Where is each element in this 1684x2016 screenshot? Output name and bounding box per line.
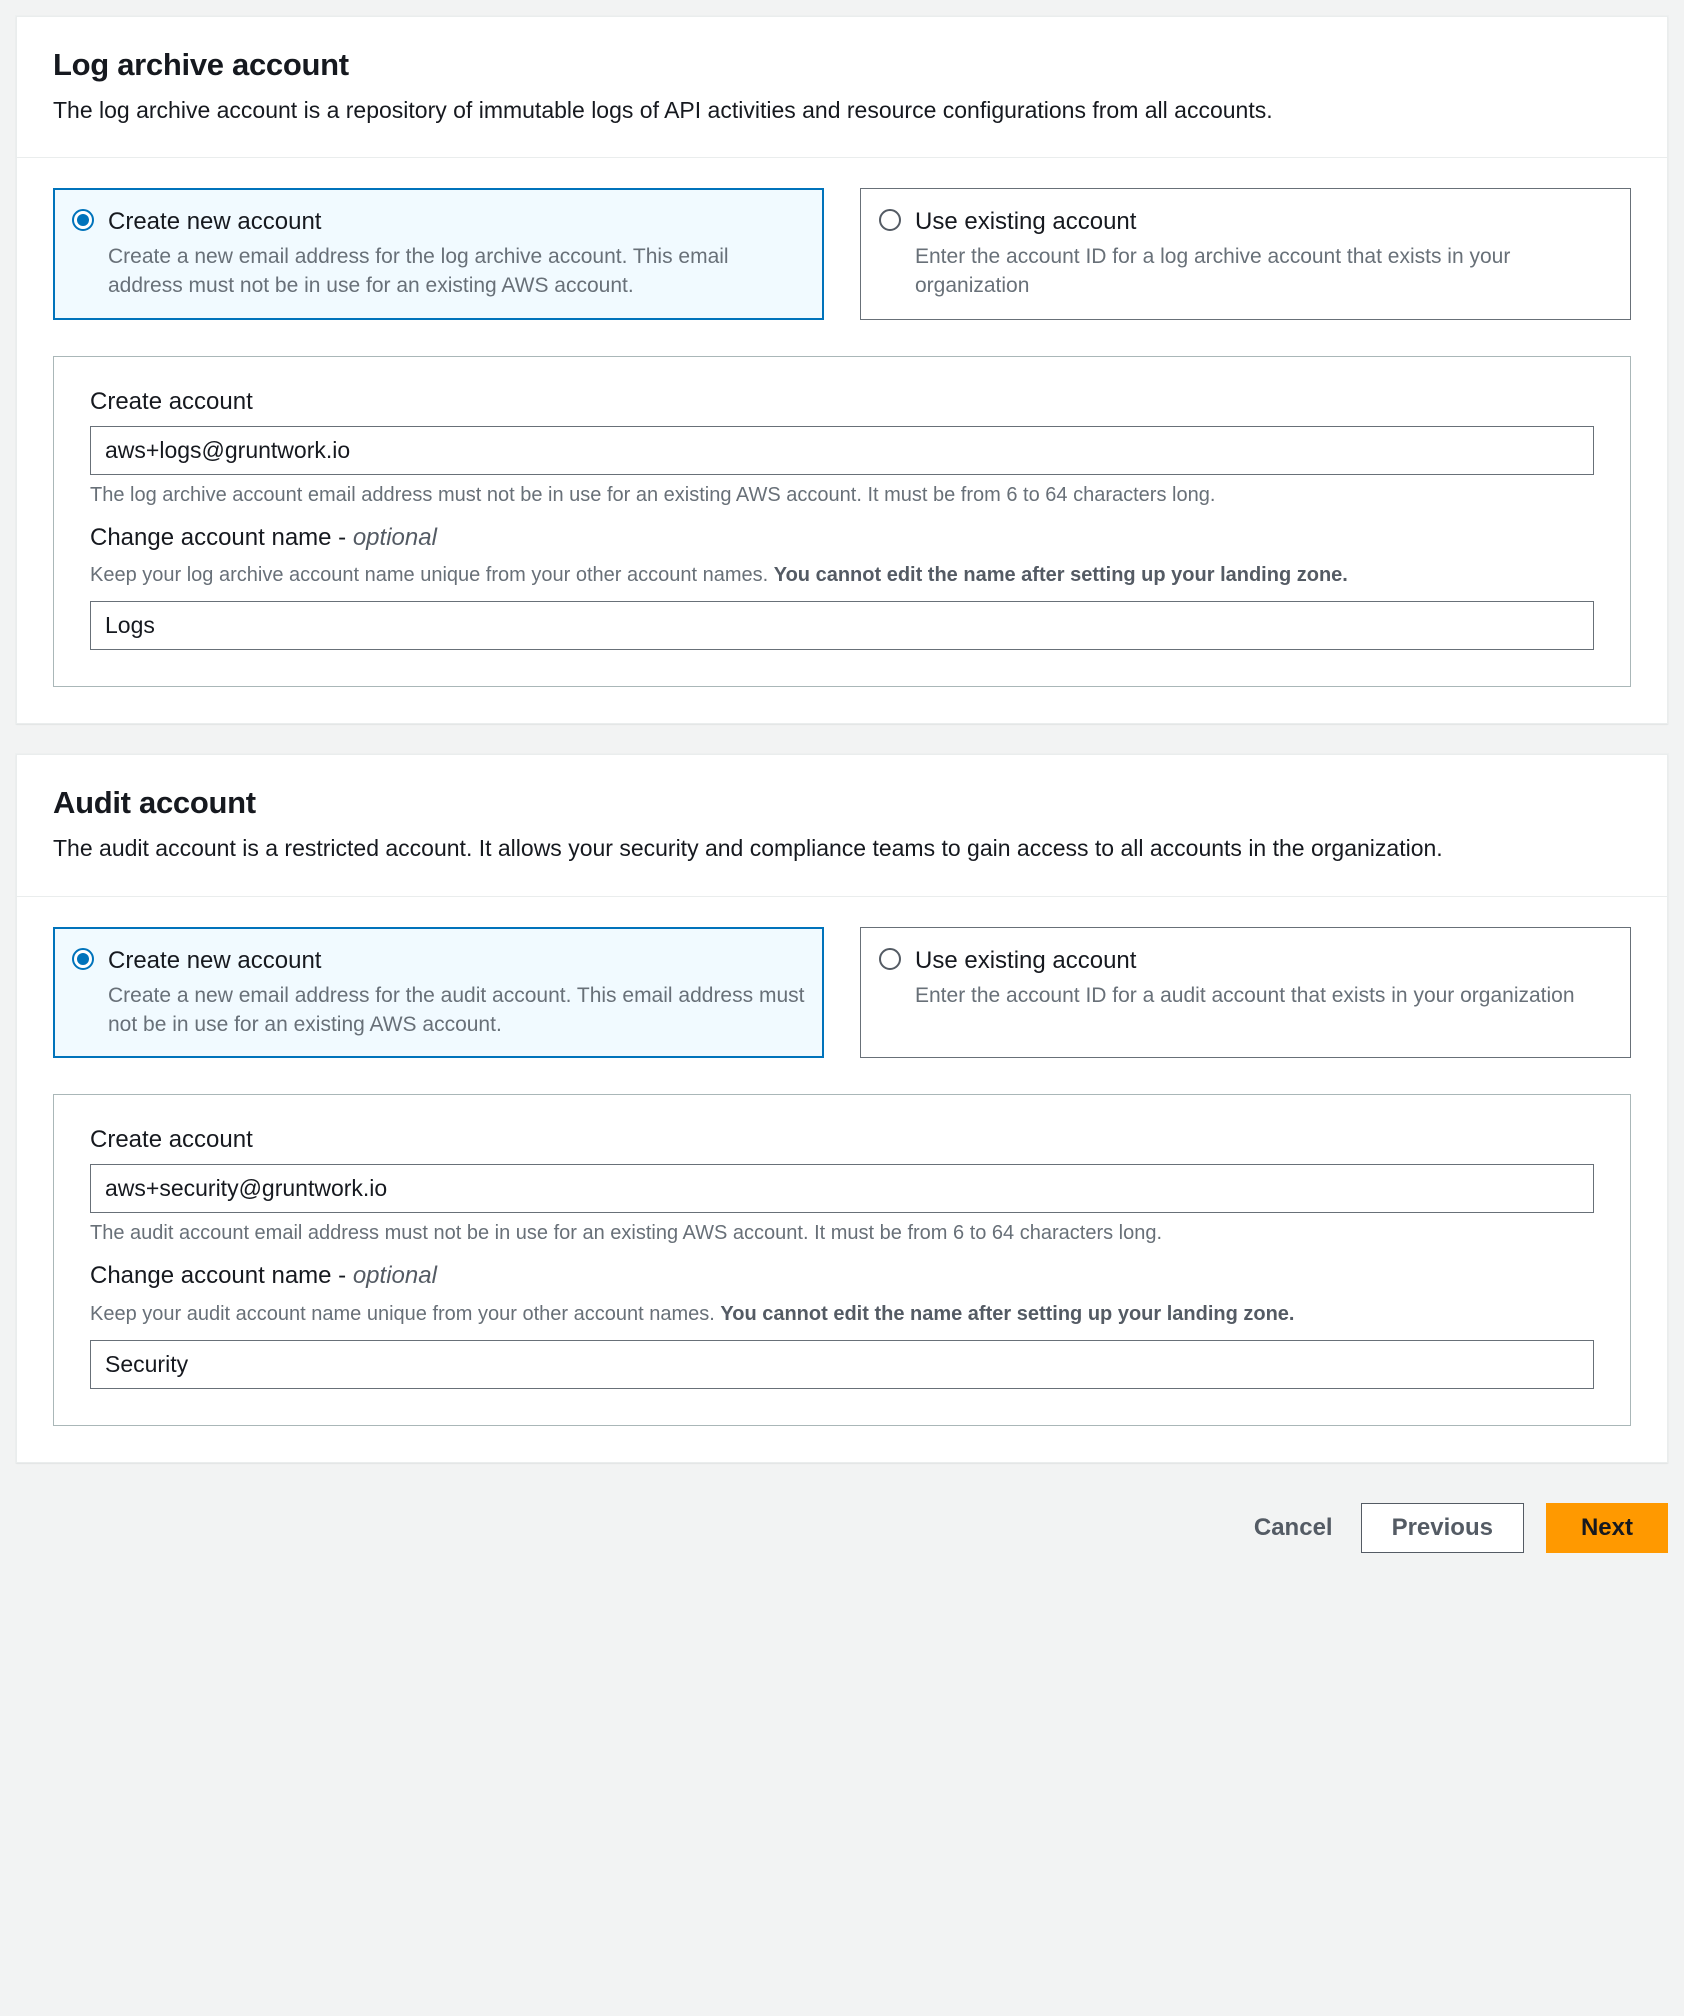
previous-button[interactable]: Previous	[1361, 1503, 1524, 1553]
log-archive-name-input[interactable]	[90, 601, 1594, 650]
log-archive-name-label: Change account name - optional	[90, 521, 1594, 556]
radio-icon	[72, 948, 94, 970]
audit-header: Audit account The audit account is a res…	[17, 755, 1667, 896]
audit-name-label: Change account name - optional	[90, 1259, 1594, 1294]
radio-icon	[879, 948, 901, 970]
audit-title: Audit account	[53, 781, 1631, 826]
audit-panel: Audit account The audit account is a res…	[16, 754, 1668, 1462]
log-archive-title: Log archive account	[53, 43, 1631, 88]
audit-email-input[interactable]	[90, 1164, 1594, 1213]
audit-body: Create new account Create a new email ad…	[17, 897, 1667, 1462]
option-description: Enter the account ID for a audit account…	[915, 981, 1575, 1010]
option-description: Create a new email address for the log a…	[108, 242, 805, 301]
log-archive-body: Create new account Create a new email ad…	[17, 158, 1667, 723]
audit-name-hint: Keep your audit account name unique from…	[90, 1300, 1594, 1328]
log-archive-form: Create account The log archive account e…	[53, 356, 1631, 688]
log-archive-option-create[interactable]: Create new account Create a new email ad…	[53, 188, 824, 320]
radio-icon	[879, 209, 901, 231]
log-archive-option-row: Create new account Create a new email ad…	[53, 188, 1631, 320]
audit-option-row: Create new account Create a new email ad…	[53, 927, 1631, 1059]
log-archive-name-hint: Keep your log archive account name uniqu…	[90, 561, 1594, 589]
option-title: Use existing account	[915, 944, 1575, 979]
option-title: Use existing account	[915, 205, 1612, 240]
log-archive-description: The log archive account is a repository …	[53, 94, 1631, 127]
option-description: Enter the account ID for a log archive a…	[915, 242, 1612, 301]
log-archive-email-input[interactable]	[90, 426, 1594, 475]
log-archive-option-existing[interactable]: Use existing account Enter the account I…	[860, 188, 1631, 320]
next-button[interactable]: Next	[1546, 1503, 1668, 1553]
audit-email-hint: The audit account email address must not…	[90, 1219, 1594, 1247]
option-title: Create new account	[108, 205, 805, 240]
option-description: Create a new email address for the audit…	[108, 981, 805, 1040]
audit-option-existing[interactable]: Use existing account Enter the account I…	[860, 927, 1631, 1059]
audit-option-create[interactable]: Create new account Create a new email ad…	[53, 927, 824, 1059]
audit-form: Create account The audit account email a…	[53, 1094, 1631, 1426]
cancel-button[interactable]: Cancel	[1248, 1504, 1339, 1552]
log-archive-email-hint: The log archive account email address mu…	[90, 481, 1594, 509]
footer-actions: Cancel Previous Next	[16, 1503, 1668, 1553]
audit-email-label: Create account	[90, 1123, 1594, 1158]
log-archive-header: Log archive account The log archive acco…	[17, 17, 1667, 158]
log-archive-email-label: Create account	[90, 385, 1594, 420]
log-archive-panel: Log archive account The log archive acco…	[16, 16, 1668, 724]
radio-icon	[72, 209, 94, 231]
audit-name-input[interactable]	[90, 1340, 1594, 1389]
option-title: Create new account	[108, 944, 805, 979]
audit-description: The audit account is a restricted accoun…	[53, 832, 1631, 865]
